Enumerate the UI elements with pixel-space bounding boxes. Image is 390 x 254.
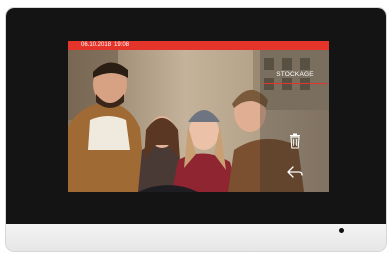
back-arrow-icon [287,166,303,178]
video-intercom-monitor: 06.10.2018 19:08 STOCKAGE [6,8,386,251]
delete-button[interactable] [284,131,306,151]
storage-menu-item[interactable]: STOCKAGE [269,71,321,78]
status-date: 06.10.2018 [81,42,112,48]
status-bar: 06.10.2018 19:08 [68,41,329,50]
sensor-dot [339,228,344,233]
trash-icon [290,133,300,149]
monitor-base-strip [6,224,386,251]
monitor-screen: 06.10.2018 19:08 STOCKAGE [68,41,329,192]
status-time: 19:08 [114,42,130,48]
storage-selection-underline [263,83,327,84]
back-button[interactable] [283,163,307,181]
